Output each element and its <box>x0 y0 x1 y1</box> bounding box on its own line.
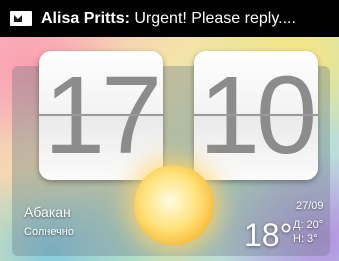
notification-sender: Alisa Pritts: <box>41 9 130 27</box>
weather-low: Н: 3° <box>293 233 318 245</box>
weather-high: Д: 20° <box>293 219 324 231</box>
notification-message: Urgent! Please reply.... <box>129 9 296 27</box>
minute-flip-card[interactable]: 10 <box>194 51 318 180</box>
message-icon <box>10 11 32 26</box>
hour-flip-card[interactable]: 17 <box>39 51 163 180</box>
notification-text: Alisa Pritts: Urgent! Please reply.... <box>41 10 296 28</box>
weather-condition: Солнечно <box>24 226 74 238</box>
weather-city[interactable]: Абакан <box>24 204 71 220</box>
flip-hinge <box>194 114 318 116</box>
sun-icon <box>134 165 214 245</box>
weather-temperature: 18° <box>244 217 293 253</box>
flip-hinge <box>39 114 163 116</box>
weather-date: 27/09 <box>296 200 324 212</box>
notification-bar[interactable]: Alisa Pritts: Urgent! Please reply.... <box>0 0 339 37</box>
